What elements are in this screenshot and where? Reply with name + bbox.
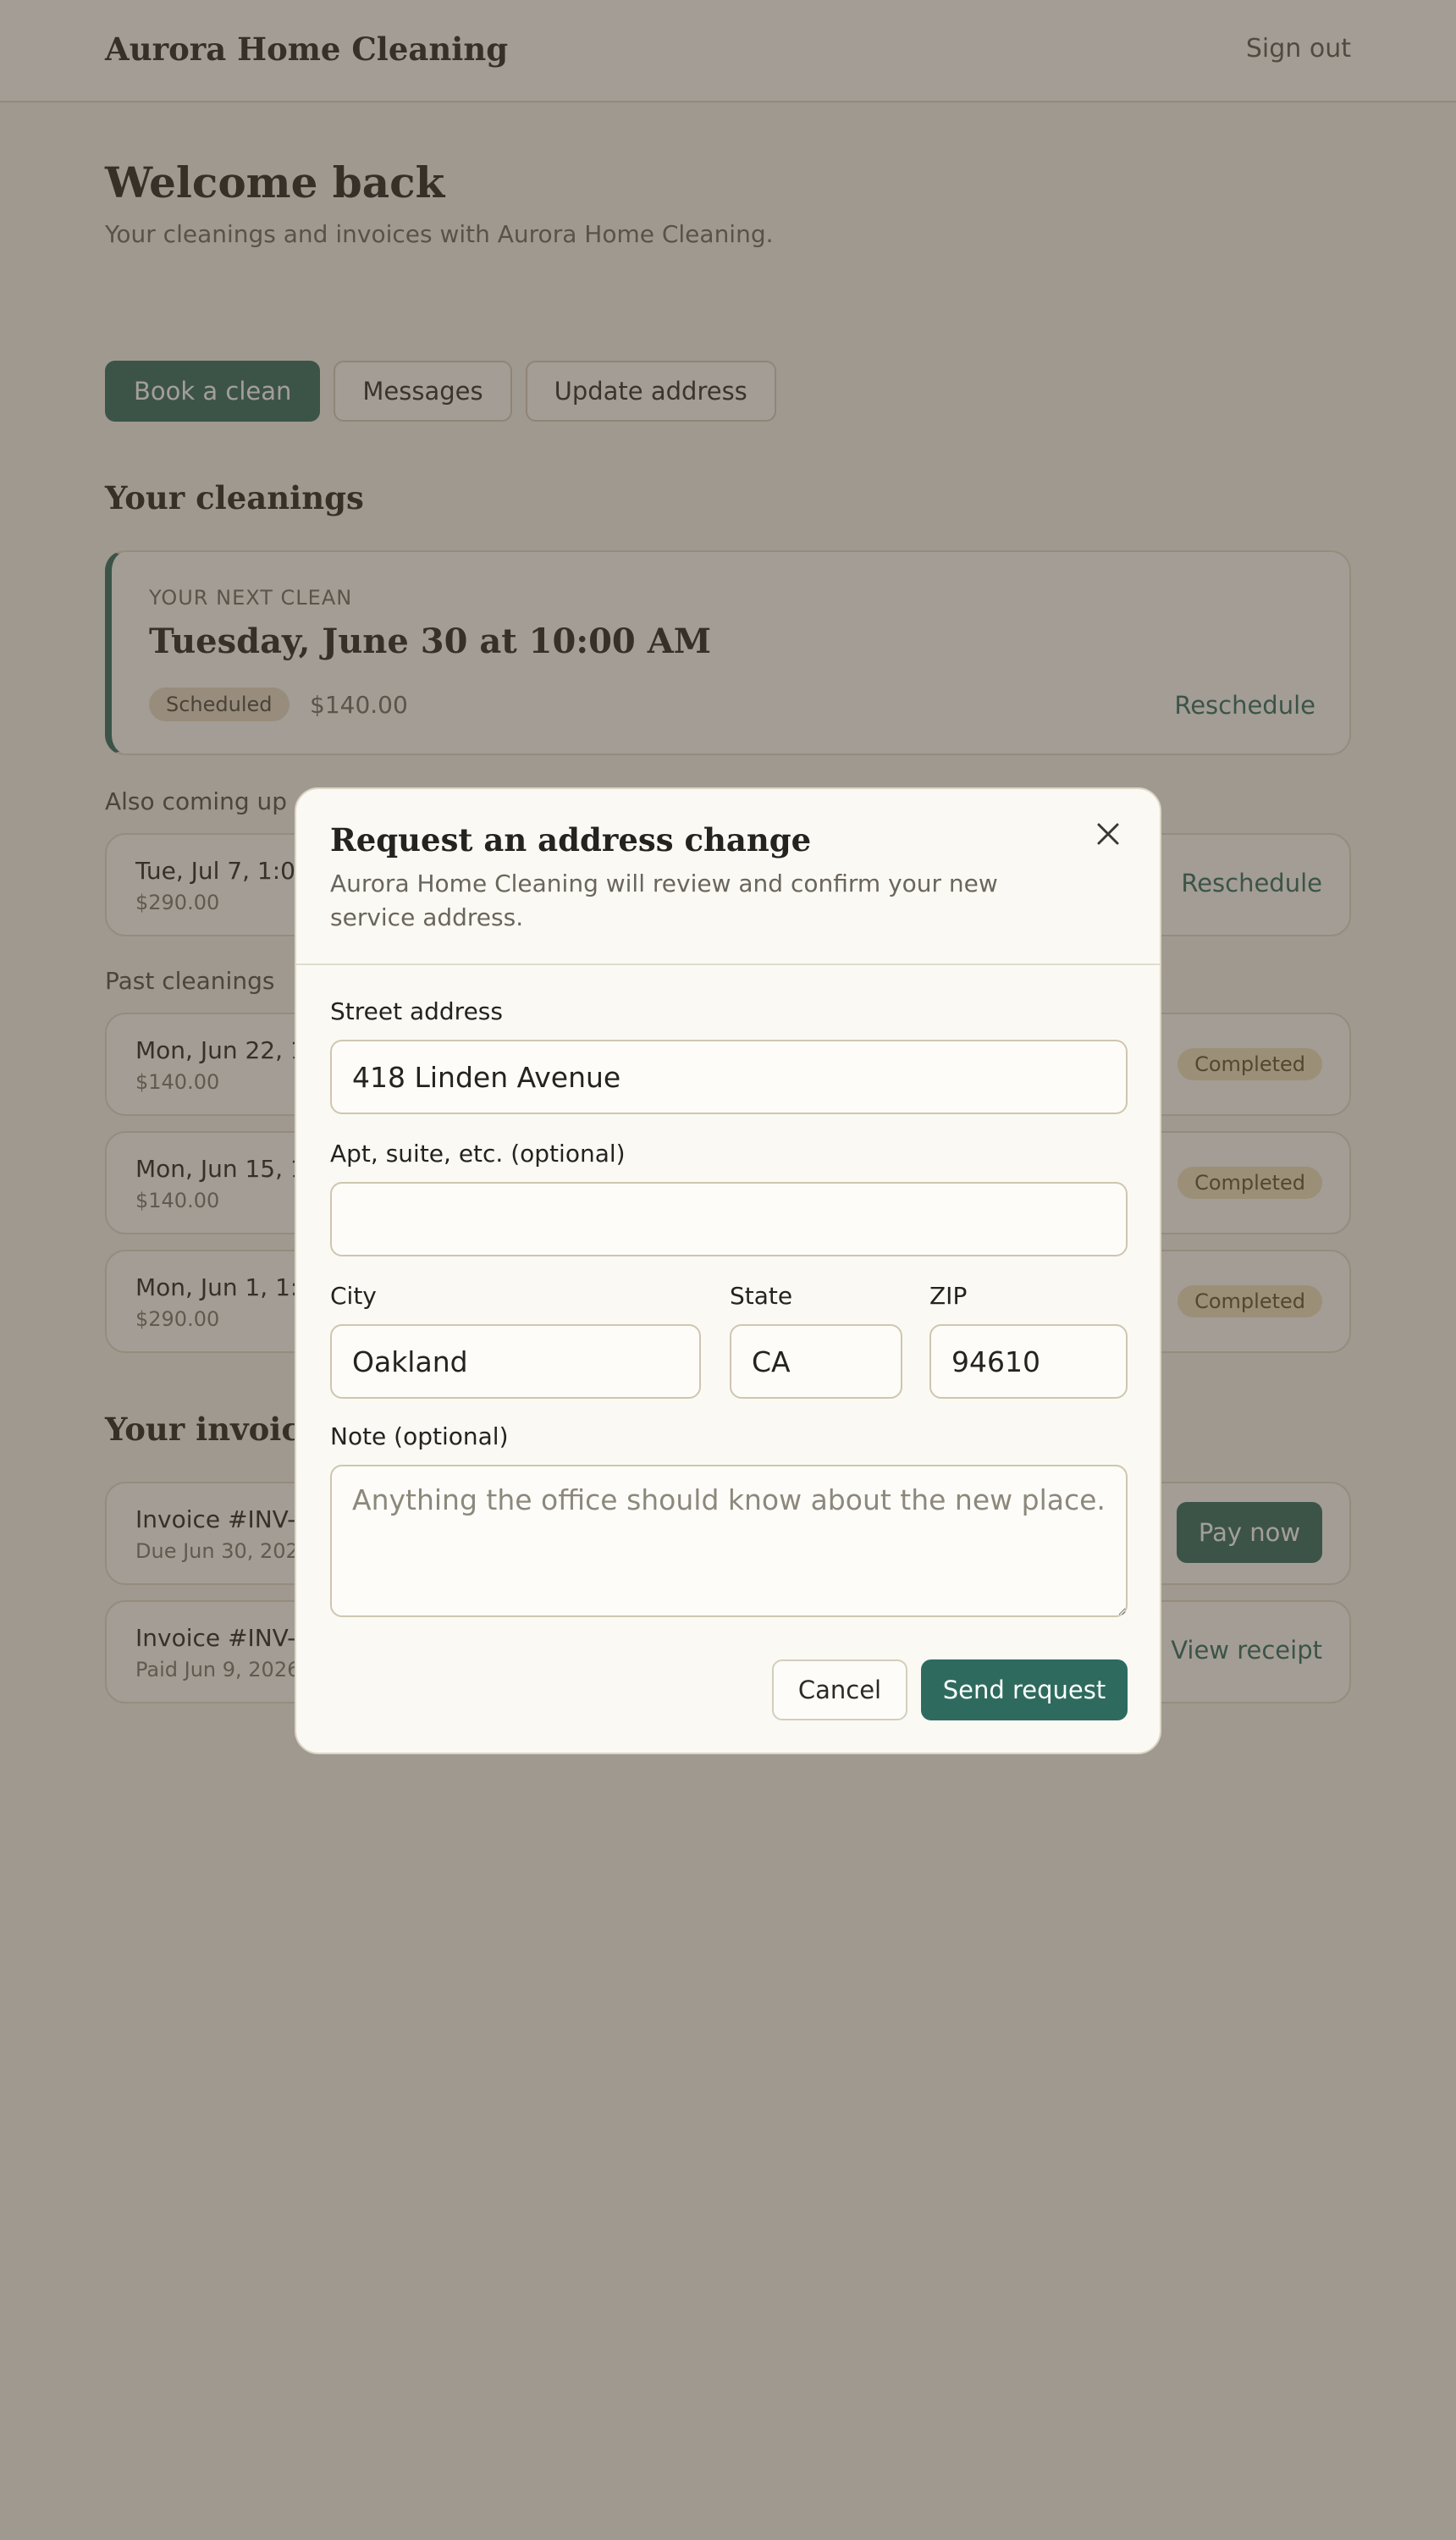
send-request-button[interactable]: Send request [921,1659,1128,1720]
note-textarea[interactable] [330,1465,1128,1617]
zip-input[interactable]: 94610 [929,1324,1128,1399]
state-label: State [730,1282,793,1310]
state-input[interactable]: CA [730,1324,902,1399]
dialog-description: Aurora Home Cleaning will review and con… [330,870,998,931]
address-change-dialog: Request an address change Aurora Home Cl… [295,787,1161,1754]
dialog-divider [296,964,1160,965]
street-label: Street address [330,997,503,1025]
zip-label: ZIP [929,1282,968,1310]
street-address-input[interactable]: 418 Linden Avenue [330,1040,1128,1114]
apt-input[interactable] [330,1182,1128,1256]
close-icon[interactable] [1089,814,1128,853]
cancel-button[interactable]: Cancel [772,1659,907,1720]
city-label: City [330,1282,377,1310]
dialog-title: Request an address change [330,821,812,859]
note-label: Note (optional) [330,1422,509,1450]
apt-label: Apt, suite, etc. (optional) [330,1140,626,1168]
city-input[interactable]: Oakland [330,1324,701,1399]
